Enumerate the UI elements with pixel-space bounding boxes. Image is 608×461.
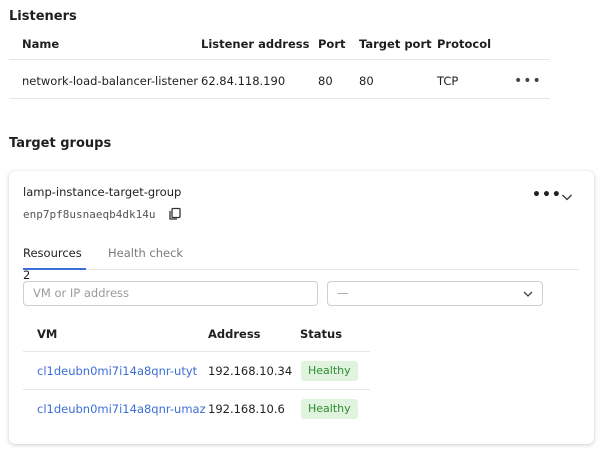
target-group-name: lamp-instance-target-group [23,185,182,199]
vm-link[interactable]: cl1deubn0mi7i14a8qnr-utyt [37,352,197,390]
more-actions-icon[interactable]: ••• [514,63,542,99]
status-badge: Healthy [301,361,358,381]
search-input[interactable]: VM or IP address [23,281,318,306]
column-header-name: Name [22,37,60,51]
vm-address: 192.168.10.34 [208,364,293,378]
listener-name: network-load-balancer-listener [22,74,199,88]
vm-address: 192.168.10.6 [208,402,285,416]
copy-icon[interactable] [168,207,182,221]
listener-protocol: TCP [437,74,459,88]
table-row: network-load-balancer-listener 62.84.118… [9,63,550,99]
column-header-protocol: Protocol [437,37,492,51]
listeners-title: Listeners [9,9,77,24]
filter-select[interactable]: — [327,281,543,306]
column-header-target-port: Target port [359,37,432,51]
status-badge: Healthy [301,399,358,419]
table-header-row: Name Listener address Port Target port P… [9,30,550,60]
chevron-down-icon [523,291,533,297]
target-group-id: enp7pf8usnaeqb4dk14u [23,208,156,221]
table-row: cl1deubn0mi7i14a8qnr-umaz 192.168.10.6 H… [23,390,370,428]
column-header-vm: VM [37,327,58,341]
column-header-port: Port [318,37,346,51]
vm-link[interactable]: cl1deubn0mi7i14a8qnr-umaz [37,390,206,428]
target-group-card: lamp-instance-target-group enp7pf8usnaeq… [9,171,594,444]
column-header-status: Status [300,327,343,341]
table-row: cl1deubn0mi7i14a8qnr-utyt 192.168.10.34 … [23,352,370,390]
column-header-listener-address: Listener address [201,37,310,51]
target-groups-title: Target groups [9,136,112,151]
listeners-table: Name Listener address Port Target port P… [9,30,550,99]
tab-bar: Resources 2 Health check [23,242,579,282]
filter-value: — [337,286,349,300]
listener-port: 80 [318,74,333,88]
vm-table: VM Address Status cl1deubn0mi7i14a8qnr-u… [23,316,370,428]
listener-address: 62.84.118.190 [201,74,286,88]
tab-health-check[interactable]: Health check [108,242,183,270]
search-placeholder: VM or IP address [33,286,130,300]
chevron-down-icon[interactable] [560,190,574,204]
column-header-address: Address [208,327,261,341]
listener-target-port: 80 [359,74,374,88]
tab-resources[interactable]: Resources 2 [23,242,86,282]
table-header-row: VM Address Status [23,316,370,352]
more-actions-icon[interactable]: ••• [532,187,562,203]
